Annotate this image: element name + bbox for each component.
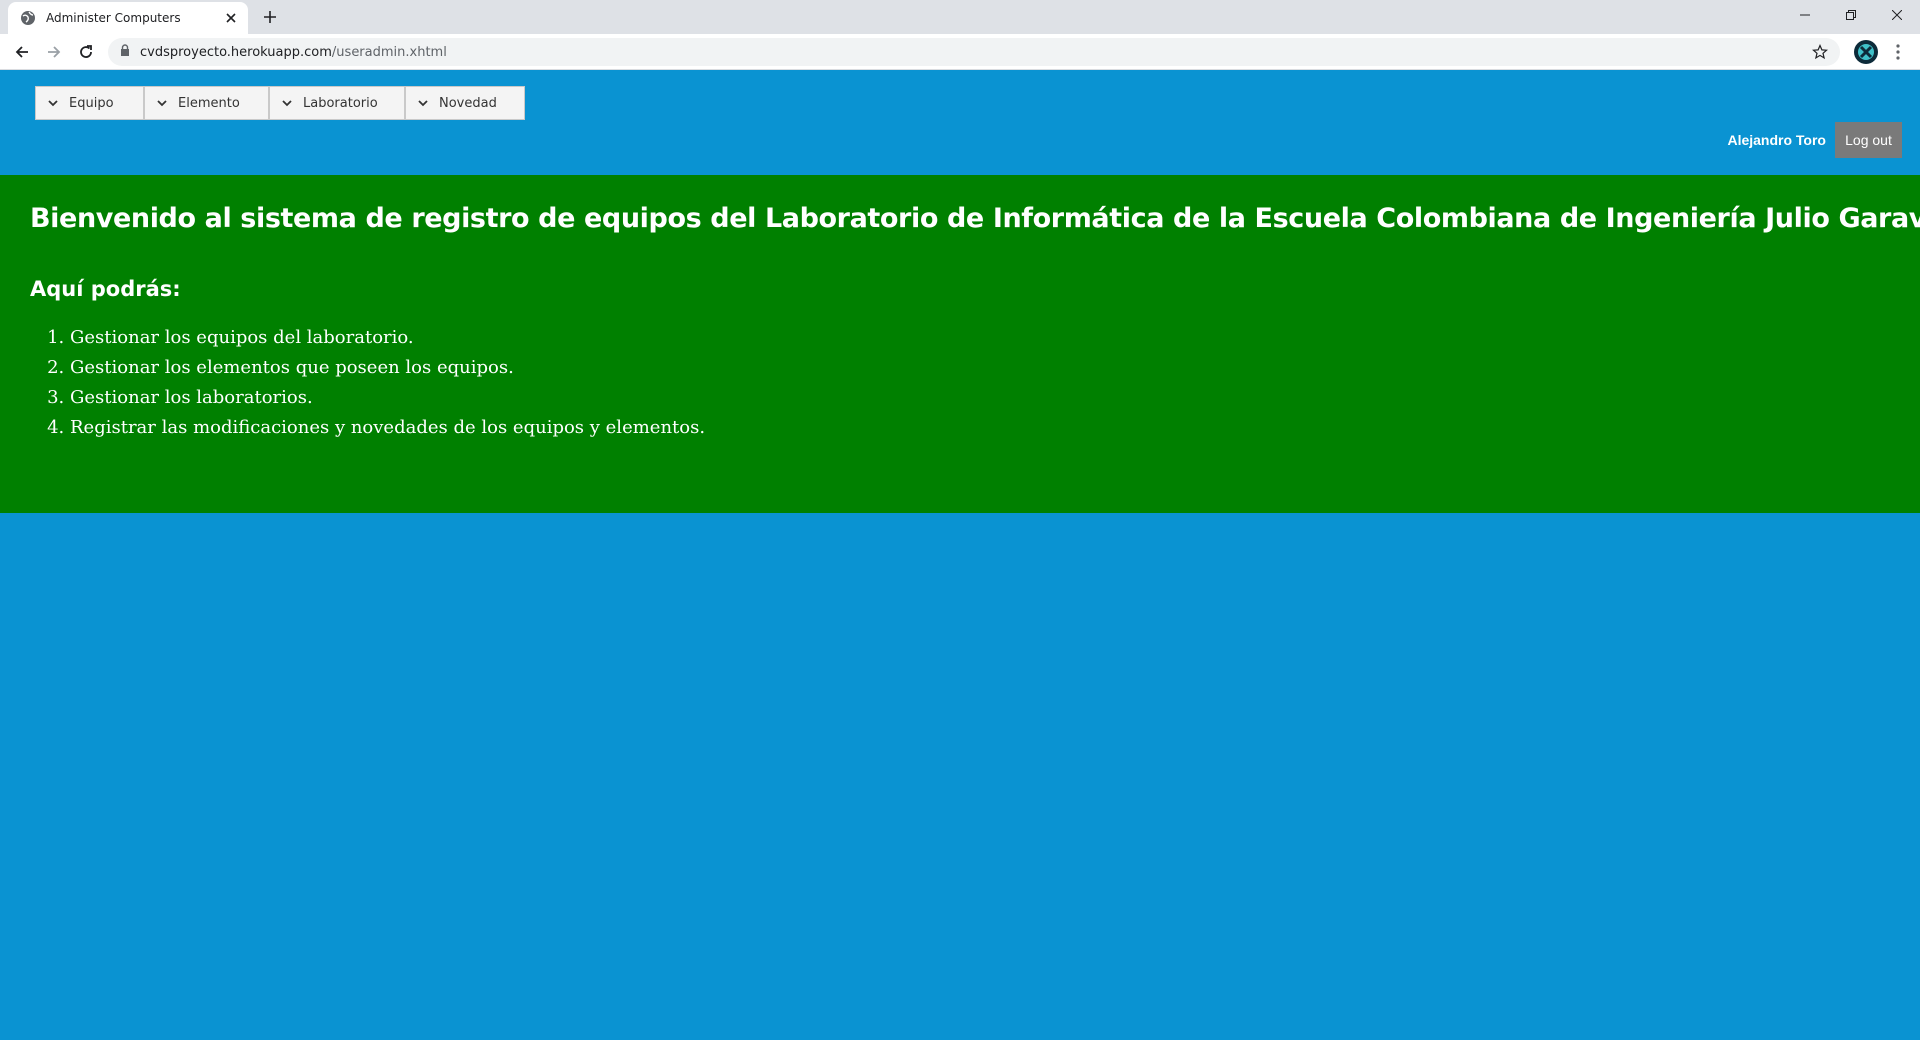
profile-icon[interactable] — [1854, 40, 1878, 64]
star-icon[interactable] — [1810, 42, 1830, 62]
menu-item-equipo[interactable]: Equipo — [35, 86, 144, 120]
lock-icon — [120, 43, 130, 61]
chevron-down-icon — [416, 96, 430, 110]
tab-title: Administer Computers — [46, 11, 181, 25]
forward-icon[interactable] — [42, 40, 66, 64]
chevron-down-icon — [155, 96, 169, 110]
url-host: cvdsproyecto.herokuapp.com — [140, 44, 332, 60]
reload-icon[interactable] — [74, 40, 98, 64]
features-list: Gestionar los equipos del laboratorio. G… — [30, 323, 705, 443]
welcome-subtitle: Aquí podrás: — [30, 277, 181, 301]
plus-icon[interactable] — [260, 7, 280, 27]
kebab-menu-icon[interactable] — [1888, 40, 1908, 64]
browser-toolbar: cvdsproyecto.herokuapp.com/useradmin.xht… — [0, 34, 1920, 70]
list-item: Registrar las modificaciones y novedades… — [70, 413, 705, 443]
browser-tab-strip: Administer Computers — [0, 0, 1920, 34]
menu-item-elemento[interactable]: Elemento — [144, 86, 269, 120]
close-icon[interactable] — [222, 9, 240, 27]
chevron-down-icon — [46, 96, 60, 110]
menu-item-novedad[interactable]: Novedad — [405, 86, 525, 120]
list-item: Gestionar los laboratorios. — [70, 383, 705, 413]
back-icon[interactable] — [10, 40, 34, 64]
main-menubar: Equipo Elemento Laboratorio Novedad — [35, 86, 525, 120]
url-text: cvdsproyecto.herokuapp.com/useradmin.xht… — [140, 45, 447, 60]
list-item: Gestionar los equipos del laboratorio. — [70, 323, 705, 353]
menu-item-label: Laboratorio — [303, 95, 378, 111]
address-bar[interactable]: cvdsproyecto.herokuapp.com/useradmin.xht… — [108, 38, 1840, 66]
window-controls — [1782, 0, 1920, 30]
url-path: /useradmin.xhtml — [331, 44, 447, 60]
close-window-icon[interactable] — [1874, 0, 1920, 30]
minimize-icon[interactable] — [1782, 0, 1828, 30]
current-user-name: Alejandro Toro — [1727, 132, 1826, 148]
list-item: Gestionar los elementos que poseen los e… — [70, 353, 705, 383]
menu-item-label: Elemento — [178, 95, 240, 111]
menu-item-label: Novedad — [439, 95, 497, 111]
menu-item-laboratorio[interactable]: Laboratorio — [269, 86, 405, 120]
welcome-panel: Bienvenido al sistema de registro de equ… — [0, 175, 1920, 513]
restore-icon[interactable] — [1828, 0, 1874, 30]
page-content: Equipo Elemento Laboratorio Novedad Alej… — [0, 70, 1920, 1040]
welcome-title: Bienvenido al sistema de registro de equ… — [30, 203, 1920, 234]
chevron-down-icon — [280, 96, 294, 110]
globe-icon — [20, 10, 36, 26]
browser-tab[interactable]: Administer Computers — [8, 2, 248, 34]
menu-item-label: Equipo — [69, 95, 114, 111]
logout-button[interactable]: Log out — [1835, 122, 1902, 158]
